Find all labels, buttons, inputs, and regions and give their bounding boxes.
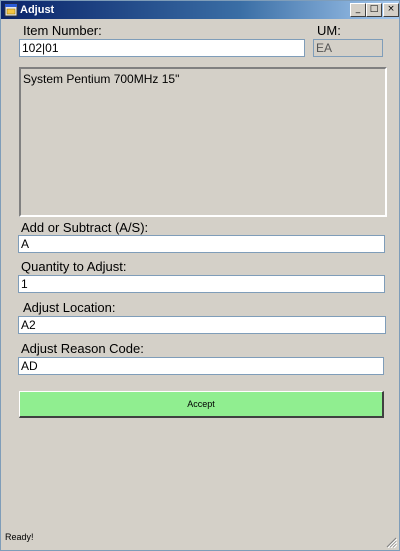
item-description-box: System Pentium 700MHz 15" xyxy=(19,67,387,217)
resize-grip-icon[interactable] xyxy=(385,536,397,548)
item-number-label: Item Number: xyxy=(23,23,102,38)
adjust-location-field[interactable]: A2 xyxy=(18,316,386,334)
maximize-button[interactable]: □ xyxy=(366,3,382,17)
accept-button[interactable]: Accept xyxy=(19,391,384,418)
app-window-icon xyxy=(4,3,18,17)
status-bar-text: Ready! xyxy=(5,532,34,542)
item-number-field[interactable]: 102|01 xyxy=(19,39,305,57)
adjust-location-label: Adjust Location: xyxy=(23,300,116,315)
quantity-field[interactable]: 1 xyxy=(18,275,385,293)
um-field: EA xyxy=(313,39,383,57)
add-subtract-field[interactable]: A xyxy=(18,235,385,253)
adjust-window: Adjust _ □ × Item Number: 102|01 UM: EA … xyxy=(0,0,400,551)
reason-code-field[interactable]: AD xyxy=(18,357,384,375)
quantity-label: Quantity to Adjust: xyxy=(21,259,127,274)
reason-code-label: Adjust Reason Code: xyxy=(21,341,144,356)
title-bar[interactable]: Adjust _ □ × xyxy=(1,1,399,19)
add-subtract-label: Add or Subtract (A/S): xyxy=(21,220,149,235)
window-title: Adjust xyxy=(20,4,55,16)
close-button[interactable]: × xyxy=(383,3,399,17)
um-label: UM: xyxy=(317,23,341,38)
minimize-button[interactable]: _ xyxy=(350,3,366,17)
